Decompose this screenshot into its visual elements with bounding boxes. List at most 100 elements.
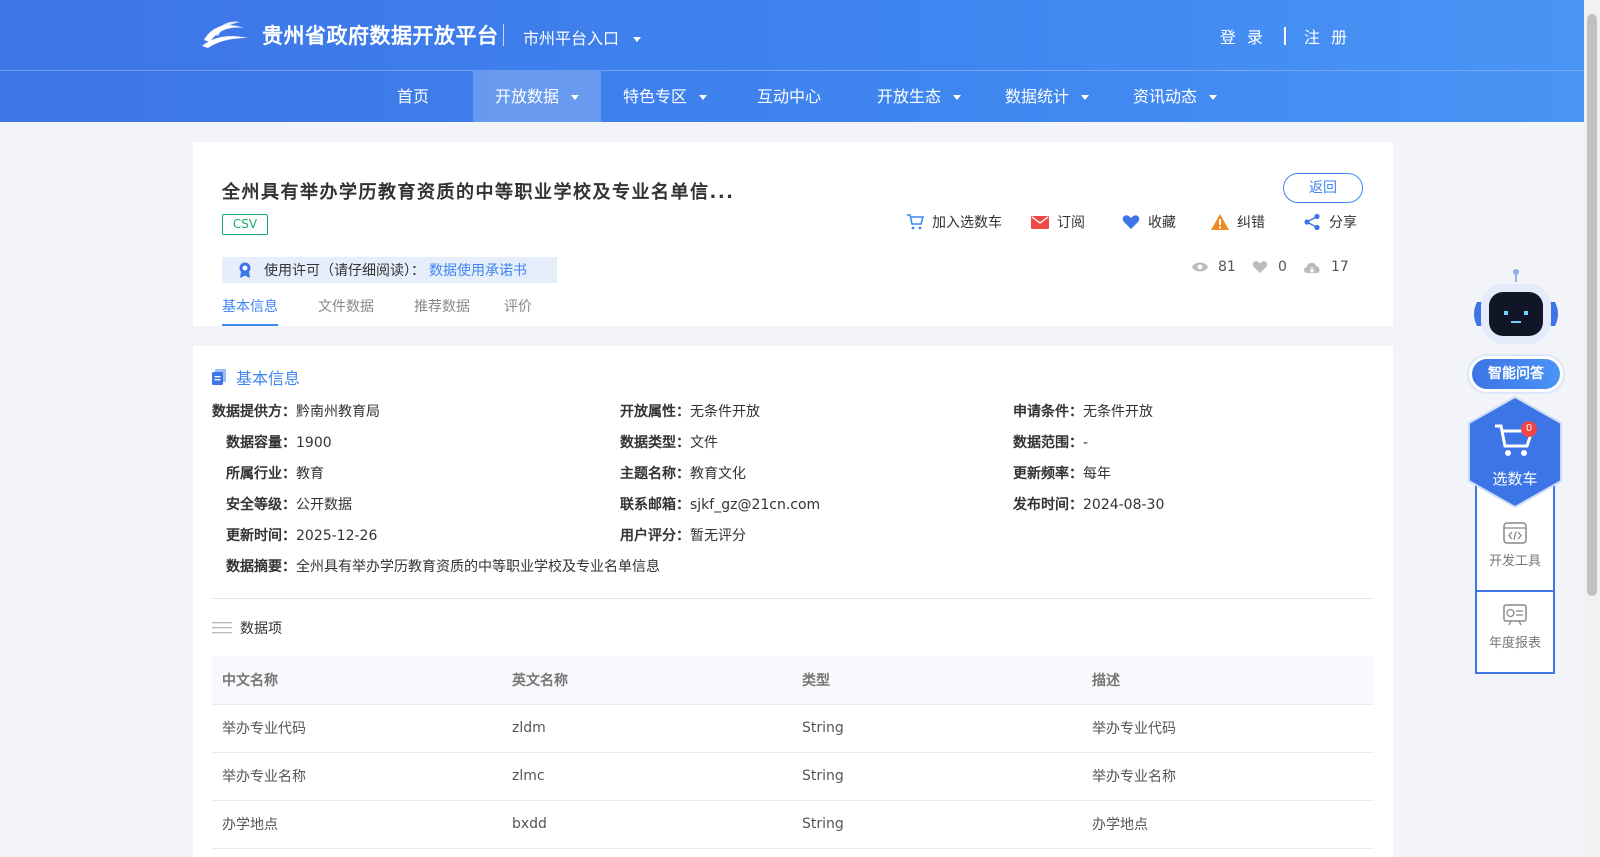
table-cell: 举办专业代码 xyxy=(212,704,502,753)
document-icon xyxy=(212,369,226,385)
back-button[interactable]: 返回 xyxy=(1283,173,1363,203)
field-label: 更新频率： xyxy=(1013,466,1083,482)
field-value: sjkf_gz@21cn.com xyxy=(690,497,821,513)
table-cell: bxdd xyxy=(502,800,792,849)
download-count: 17 xyxy=(1303,259,1349,275)
field-label: 用户评分： xyxy=(620,528,690,544)
table-row: 举办专业名称 zlmc String 举办专业名称 xyxy=(212,752,1374,801)
table-cell: 举办专业名称 xyxy=(212,752,502,801)
field-scope: 数据范围：- xyxy=(1013,432,1088,452)
add-to-cart-button[interactable]: 加入选数车 xyxy=(906,212,1002,232)
field-provider: 数据提供方：黔南州教育局 xyxy=(212,401,380,421)
tool-divider xyxy=(1477,590,1553,592)
annual-report-button[interactable]: 年度报表 xyxy=(1477,604,1553,684)
field-data-type: 数据类型：文件 xyxy=(620,432,718,452)
field-value: 公开数据 xyxy=(296,497,352,513)
data-items-table: 中文名称 英文名称 类型 描述 举办专业代码 zldm String 举办专业代… xyxy=(212,656,1374,849)
field-value: 暂无评分 xyxy=(690,528,746,544)
field-capacity: 数据容量：1900 xyxy=(226,432,332,452)
dataset-title: 全州具有举办学历教育资质的中等职业学校及专业名单信... xyxy=(222,182,735,203)
field-value: 全州具有举办学历教育资质的中等职业学校及专业名单信息 xyxy=(296,559,660,575)
field-label: 数据容量： xyxy=(226,435,296,451)
header-divider xyxy=(503,24,504,46)
list-icon xyxy=(212,622,232,634)
field-label: 申请条件： xyxy=(1013,404,1083,420)
nav-label: 首页 xyxy=(396,87,429,106)
report-error-button[interactable]: 纠错 xyxy=(1211,212,1265,232)
nav-item-home[interactable]: 首页 xyxy=(373,71,453,122)
field-value: 无条件开放 xyxy=(690,404,760,420)
column-header: 英文名称 xyxy=(502,656,792,705)
site-title[interactable]: 贵州省政府数据开放平台 xyxy=(262,20,499,50)
cart-icon xyxy=(907,214,924,230)
subscribe-button[interactable]: 订阅 xyxy=(1031,212,1085,232)
field-open-attr: 开放属性：无条件开放 xyxy=(620,401,760,421)
nav-label: 数据统计 xyxy=(1004,87,1069,106)
share-button[interactable]: 分享 xyxy=(1303,212,1357,232)
field-label: 数据类型： xyxy=(620,435,690,451)
table-cell: 办学地点 xyxy=(212,800,502,849)
field-label: 更新时间： xyxy=(226,528,296,544)
tab-recommended-data[interactable]: 推荐数据 xyxy=(414,296,470,326)
chevron-down-icon xyxy=(699,95,707,100)
tab-file-data[interactable]: 文件数据 xyxy=(318,296,374,326)
nav-item-statistics[interactable]: 数据统计 xyxy=(983,71,1111,122)
robot-assistant-icon[interactable] xyxy=(1467,268,1565,348)
main-nav: 首页 开放数据 特色专区 互动中心 开放生态 数据统计 资讯动态 xyxy=(0,70,1584,122)
field-frequency: 更新频率：每年 xyxy=(1013,463,1111,483)
chevron-down-icon xyxy=(633,37,642,42)
share-label: 分享 xyxy=(1329,215,1357,231)
field-value: - xyxy=(1083,435,1089,451)
ai-qa-label: 智能问答 xyxy=(1472,359,1560,389)
city-platform-dropdown[interactable]: 市州平台入口 xyxy=(523,25,642,49)
field-apply-cond: 申请条件：无条件开放 xyxy=(1013,401,1153,421)
annual-report-label: 年度报表 xyxy=(1488,636,1541,651)
cloud-download-icon xyxy=(1304,262,1320,273)
field-value: 每年 xyxy=(1083,466,1111,482)
selection-cart-button[interactable] xyxy=(1466,395,1564,509)
field-label: 发布时间： xyxy=(1013,497,1083,513)
register-link[interactable]: 注 册 xyxy=(1304,24,1350,48)
table-cell: String xyxy=(792,800,1082,849)
nav-label: 互动中心 xyxy=(756,87,821,106)
nav-item-open-data[interactable]: 开放数据 xyxy=(473,71,601,122)
field-value: 教育 xyxy=(296,466,324,482)
mail-icon xyxy=(1031,216,1049,229)
auth-links: 登 录 注 册 xyxy=(1220,24,1350,48)
table-cell: zldm xyxy=(502,704,792,753)
login-link[interactable]: 登 录 xyxy=(1220,24,1266,48)
nav-item-interaction[interactable]: 互动中心 xyxy=(739,71,839,122)
basic-info-card: 基本信息 数据提供方：黔南州教育局 开放属性：无条件开放 申请条件：无条件开放 … xyxy=(193,346,1393,857)
cart-count-badge: 0 xyxy=(1521,421,1537,437)
like-count-value: 0 xyxy=(1278,259,1287,275)
chevron-down-icon xyxy=(1081,95,1089,100)
table-cell: 举办专业名称 xyxy=(1082,752,1374,801)
city-entry-label: 市州平台入口 xyxy=(523,29,620,48)
nav-item-featured[interactable]: 特色专区 xyxy=(601,71,729,122)
chevron-down-icon xyxy=(571,95,579,100)
like-count: 0 xyxy=(1252,259,1287,275)
nav-label: 开放生态 xyxy=(876,87,941,106)
tab-basic-info[interactable]: 基本信息 xyxy=(222,296,278,326)
favorite-button[interactable]: 收藏 xyxy=(1122,212,1176,232)
data-items-heading: 数据项 xyxy=(212,618,282,638)
page-scrollbar[interactable] xyxy=(1584,0,1600,857)
view-count: 81 xyxy=(1192,259,1236,275)
site-logo-icon[interactable] xyxy=(200,16,250,52)
nav-item-news[interactable]: 资讯动态 xyxy=(1111,71,1239,122)
nav-item-ecosystem[interactable]: 开放生态 xyxy=(855,71,983,122)
tab-rating[interactable]: 评价 xyxy=(504,296,532,326)
field-topic: 主题名称：教育文化 xyxy=(620,463,746,483)
scrollbar-thumb[interactable] xyxy=(1587,14,1597,596)
field-rating: 用户评分：暂无评分 xyxy=(620,525,746,545)
auth-separator xyxy=(1283,27,1286,45)
field-publish: 发布时间：2024-08-30 xyxy=(1013,494,1164,514)
data-items-title: 数据项 xyxy=(240,621,282,637)
field-label: 数据范围： xyxy=(1013,435,1083,451)
field-email: 联系邮箱：sjkf_gz@21cn.com xyxy=(620,494,820,514)
ai-qa-button[interactable]: 智能问答 xyxy=(1469,356,1563,392)
favorite-label: 收藏 xyxy=(1148,215,1176,231)
download-count-value: 17 xyxy=(1331,259,1349,275)
cart-label: 选数车 xyxy=(1492,470,1538,488)
top-header: 贵州省政府数据开放平台 市州平台入口 登 录 注 册 xyxy=(0,0,1584,70)
